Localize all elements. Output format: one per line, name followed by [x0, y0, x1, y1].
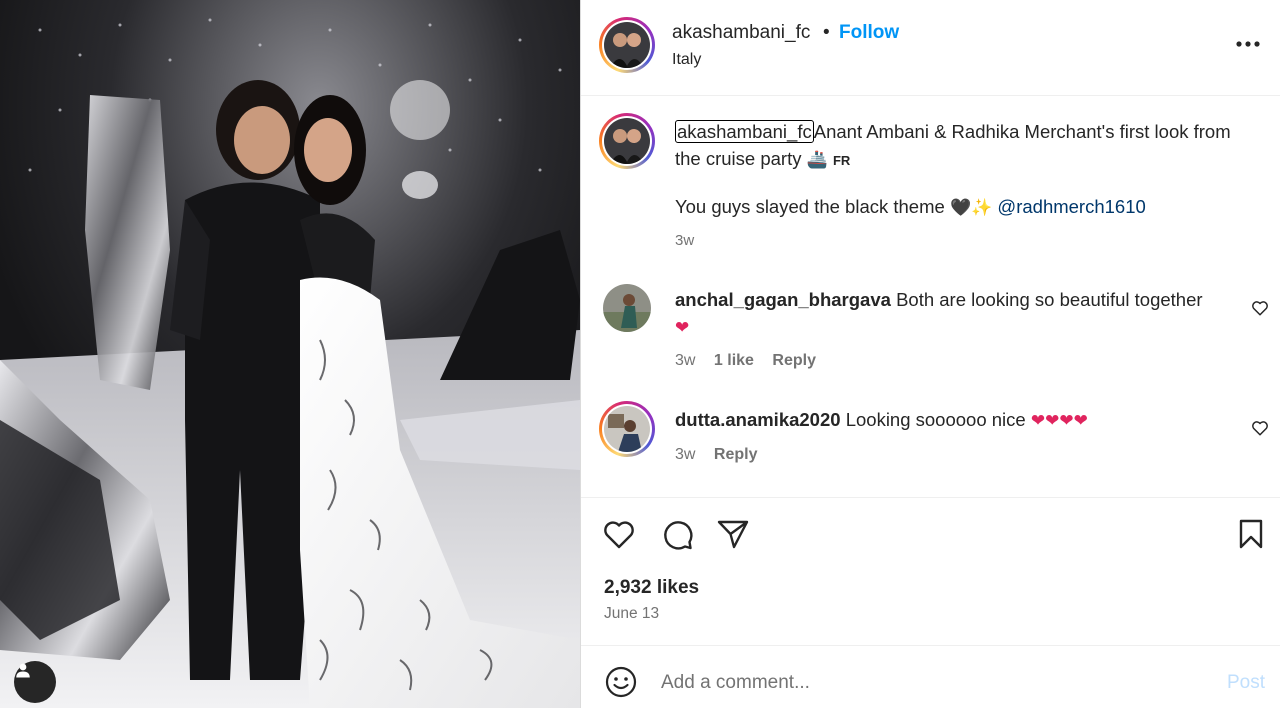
comments-divider	[581, 497, 1280, 498]
caption-avatar[interactable]	[599, 113, 655, 169]
comment-username[interactable]: anchal_gagan_bhargava	[675, 289, 891, 310]
comment-avatar-image	[603, 284, 651, 332]
comment-avatar[interactable]	[603, 284, 651, 332]
comment-avatar[interactable]	[599, 401, 655, 457]
comment-time[interactable]: 3w	[675, 352, 695, 369]
author-avatar-image	[604, 22, 650, 68]
caption-mention[interactable]: @radhmerch1610	[997, 196, 1145, 217]
follow-button[interactable]: Follow	[839, 22, 899, 44]
post-location[interactable]: Italy	[672, 51, 701, 69]
comment-like-heart-icon[interactable]	[1251, 419, 1269, 437]
post-caption: akashambani_fc Anant Ambani & Radhika Mer…	[675, 118, 1245, 174]
emoji-smiley-icon[interactable]	[603, 664, 639, 700]
caption-timestamp[interactable]: 3w	[675, 232, 694, 249]
caption-line2-text: You guys slayed the black theme	[675, 196, 945, 217]
comment-body: anchal_gagan_bhargava Both are looking s…	[675, 286, 1235, 342]
comment-body: dutta.anamika2020 Looking soooooo nice ❤…	[675, 406, 1235, 435]
heart-icon[interactable]	[601, 516, 637, 552]
person-icon	[16, 663, 30, 678]
ship-emoji-icon: 🚢	[806, 150, 828, 170]
caption-username[interactable]: akashambani_fc	[675, 120, 814, 143]
comment-like-heart-icon[interactable]	[1251, 299, 1269, 317]
header-separator: •	[823, 22, 830, 43]
caption-avatar-image	[604, 118, 650, 164]
post-details-panel: akashambani_fc • Follow Italy akashamban…	[581, 0, 1280, 708]
add-comment-input[interactable]	[661, 668, 1181, 698]
post-comment-button[interactable]: Post	[1227, 672, 1265, 694]
comment-meta: 3w 1 like Reply	[675, 352, 830, 370]
comment-avatar-image	[604, 406, 650, 452]
likes-count[interactable]: 2,932 likes	[604, 577, 699, 599]
sparkles-emoji-icon: ✨	[971, 198, 993, 218]
footer-divider	[581, 645, 1280, 646]
comment-text: Both are looking so beautiful together	[896, 289, 1203, 310]
comment-bubble-icon[interactable]	[659, 516, 695, 552]
comment-text: Looking soooooo nice	[845, 409, 1026, 430]
caption-second-line: You guys slayed the black theme 🖤✨ @radh…	[675, 196, 1146, 218]
paper-plane-icon[interactable]	[715, 516, 751, 552]
comment-meta: 3w Reply	[675, 446, 771, 464]
post-date[interactable]: June 13	[604, 605, 659, 623]
header-divider	[581, 95, 1280, 96]
author-avatar[interactable]	[599, 17, 655, 73]
more-options-icon[interactable]	[1233, 34, 1263, 54]
red-hearts-emoji-icon: ❤❤❤❤	[1030, 411, 1088, 431]
reply-button[interactable]: Reply	[714, 446, 758, 463]
reply-button[interactable]: Reply	[772, 352, 816, 369]
comment-likes[interactable]: 1 like	[714, 352, 754, 369]
flag-text: FR	[832, 153, 851, 168]
red-heart-emoji-icon: ❤	[675, 318, 690, 338]
post-photo[interactable]	[0, 0, 580, 708]
comment-time[interactable]: 3w	[675, 446, 695, 463]
bookmark-icon[interactable]	[1233, 516, 1269, 552]
comment-username[interactable]: dutta.anamika2020	[675, 409, 841, 430]
tagged-users-button[interactable]	[14, 661, 56, 703]
black-heart-emoji-icon: 🖤	[949, 198, 972, 218]
post-photo-illustration	[0, 0, 580, 708]
author-username[interactable]: akashambani_fc	[672, 22, 810, 44]
